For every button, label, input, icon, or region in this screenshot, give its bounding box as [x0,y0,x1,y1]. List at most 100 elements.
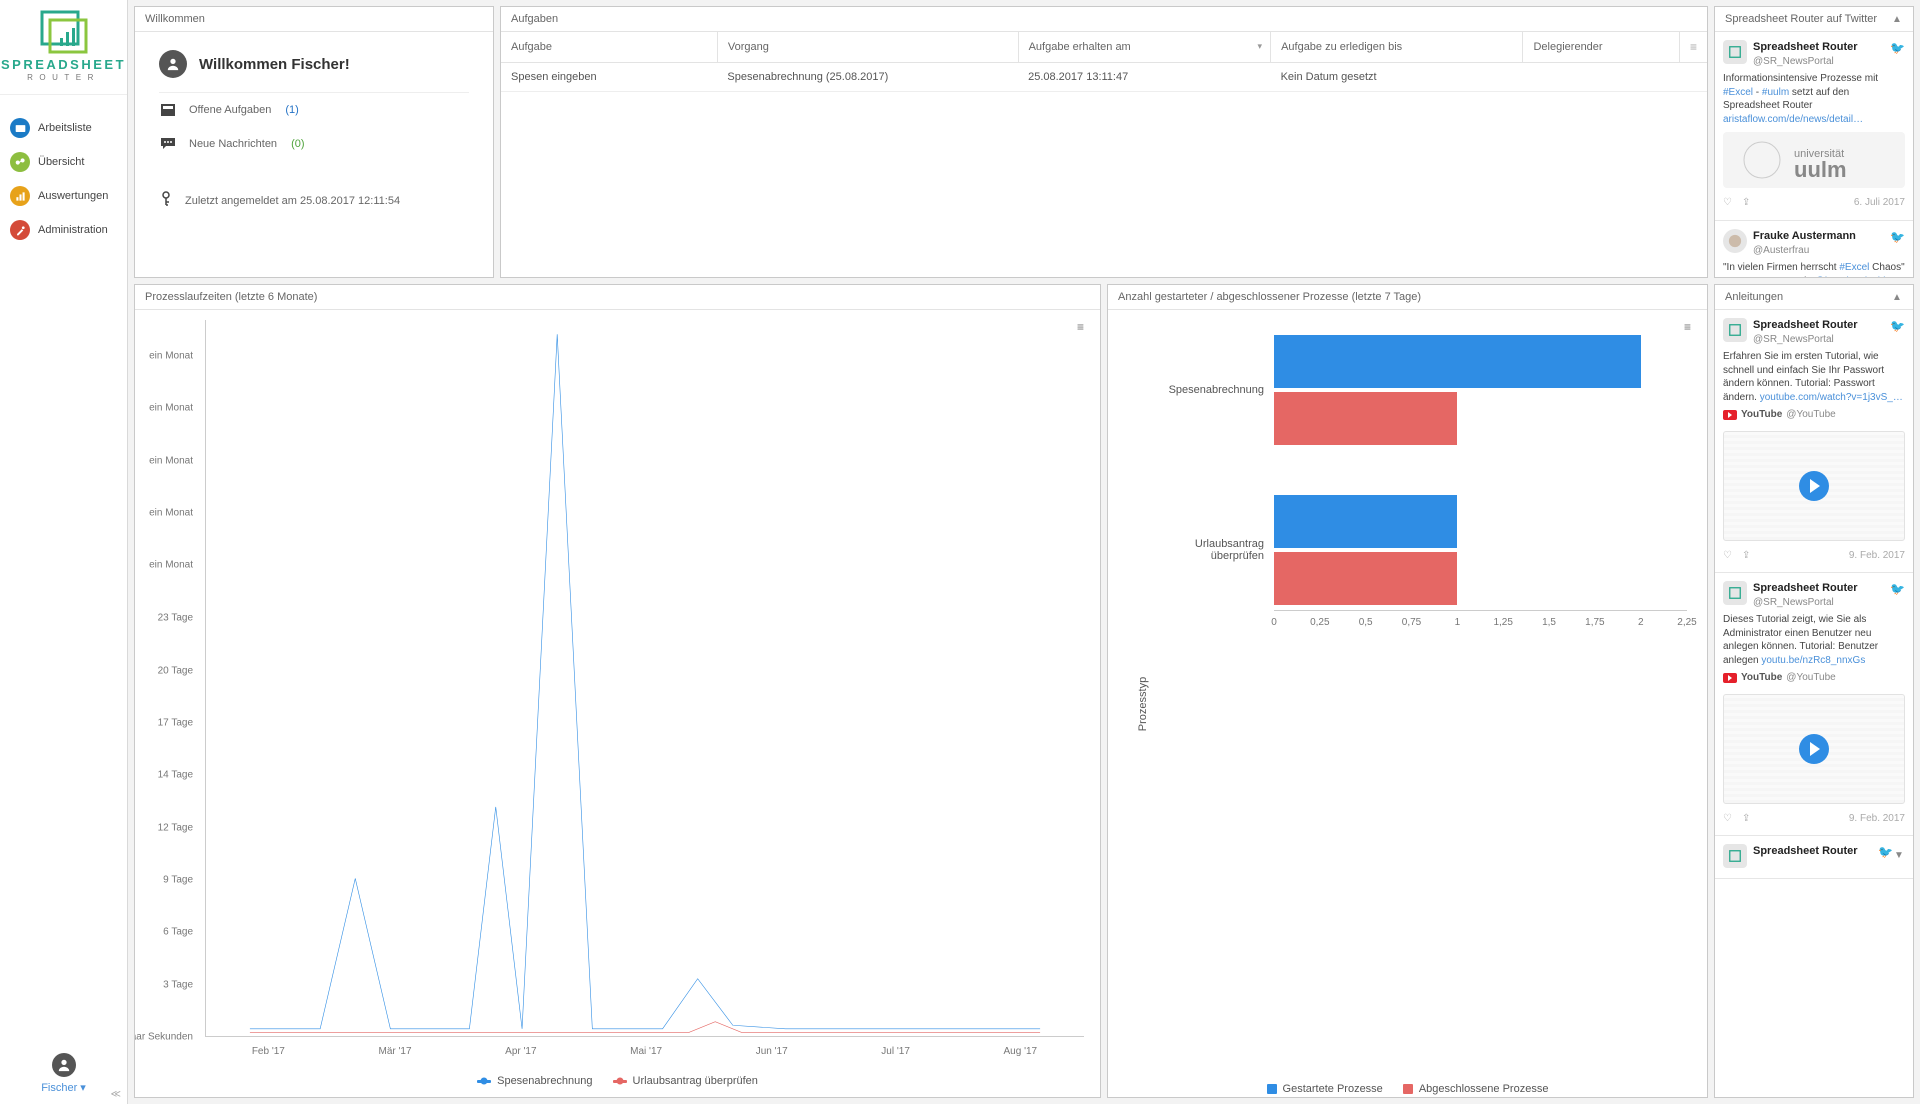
sidebar: SPREADSHEET ROUTER Arbeitsliste Übersich… [0,0,128,1104]
bar-started[interactable] [1274,335,1641,388]
tweet-author: Spreadsheet Router [1753,40,1884,55]
youtube-badge[interactable]: YouTube @YouTube [1723,408,1836,422]
bar-chart: ≡ Prozesstyp Spesenabrechnung Urlaubsant… [1108,310,1707,1097]
admin-icon [10,220,30,240]
bar-started[interactable] [1274,495,1457,548]
play-icon [1799,471,1829,501]
cell-erledigen: Kein Datum gesetzt [1271,63,1523,92]
tweet-avatar-icon [1723,581,1747,605]
legend-swatch-icon [613,1080,627,1083]
brand-subtitle: ROUTER [27,73,100,82]
tweet-handle: @SR_NewsPortal [1753,55,1884,69]
bar-category: Urlaubsantrag überprüfen [1158,538,1274,562]
welcome-heading: Willkommen Fischer! [199,56,350,73]
twitter-panel: Spreadsheet Router auf Twitter ▲ Spreads… [1714,6,1914,278]
logo[interactable]: SPREADSHEET ROUTER [0,10,127,95]
post-date: 9. Feb. 2017 [1849,549,1905,563]
cell-erhalten: 25.08.2017 13:11:47 [1018,63,1270,92]
tweet-link[interactable]: aristaflow.com/de/news/detail… [1723,114,1863,125]
youtube-icon [1723,410,1737,420]
chart-legend: Gestartete Prozesse Abgeschlossene Proze… [1108,1083,1707,1095]
cell-aufgabe: Spesen eingeben [501,63,717,92]
col-erledigen[interactable]: Aufgabe zu erledigen bis [1271,32,1523,63]
welcome-panel: Willkommen Willkommen Fischer! Offene Au… [134,6,494,278]
tutorials-panel: Anleitungen ▲ Spreadsheet Router @SR_New… [1714,284,1914,1098]
tutorial-post[interactable]: Spreadsheet Router @SR_NewsPortal 🐦 Dies… [1715,573,1913,836]
table-row[interactable]: Spesen eingeben Spesenabrechnung (25.08.… [501,63,1707,92]
panel-title: Spreadsheet Router auf Twitter [1725,13,1877,25]
new-messages-row[interactable]: Neue Nachrichten (0) [159,127,469,161]
brand-icon [36,10,92,54]
youtube-icon [1723,673,1737,683]
share-icon[interactable]: ⇪ [1742,549,1750,563]
scroll-up-button[interactable]: ▲ [1891,292,1903,303]
tweet[interactable]: Frauke Austermann @Austerfrau 🐦 "In viel… [1715,221,1913,277]
bar-completed[interactable] [1274,552,1457,605]
last-login-text: Zuletzt angemeldet am 25.08.2017 12:11:5… [185,195,400,207]
chart-legend: Spesenabrechnung Urlaubsantrag überprüfe… [135,1075,1100,1087]
process-runtime-panel: Prozesslaufzeiten (letzte 6 Monate) ≡ ei… [134,284,1101,1098]
nav-ubersicht[interactable]: Übersicht [0,145,127,179]
panel-title: Anleitungen [1725,291,1783,303]
collapse-sidebar-button[interactable]: ≪ [111,1089,121,1100]
nav-administration[interactable]: Administration [0,213,127,247]
col-erhalten[interactable]: Aufgabe erhalten am▾ [1018,32,1270,63]
nav-auswertungen[interactable]: Auswertungen [0,179,127,213]
share-icon[interactable]: ⇪ [1742,196,1750,210]
new-messages-count: (0) [291,138,304,150]
key-icon [159,191,173,210]
nav-label: Arbeitsliste [38,122,92,134]
post-author: Spreadsheet Router [1753,581,1884,596]
open-tasks-count: (1) [285,104,298,116]
play-icon [1799,734,1829,764]
youtube-badge[interactable]: YouTube @YouTube [1723,671,1836,685]
tweet-avatar-icon [1723,844,1747,868]
tutorial-post[interactable]: Spreadsheet Router @SR_NewsPortal 🐦 Erfa… [1715,310,1913,573]
user-avatar-icon [159,50,187,78]
legend-swatch-icon [1267,1084,1277,1094]
col-aufgabe[interactable]: Aufgabe [501,32,717,63]
tweet[interactable]: Spreadsheet Router @SR_NewsPortal 🐦 Info… [1715,32,1913,221]
scroll-down-button[interactable]: ▼ [1893,849,1905,863]
open-tasks-row[interactable]: Offene Aufgaben (1) [159,93,469,127]
twitter-icon: 🐦 [1890,318,1905,334]
video-thumbnail[interactable] [1723,431,1905,541]
main-content: Willkommen Willkommen Fischer! Offene Au… [128,0,1920,1104]
like-icon[interactable]: ♡ [1723,196,1732,210]
panel-title: Willkommen [145,13,205,25]
panel-title: Anzahl gestarteter / abgeschlossener Pro… [1118,291,1421,303]
bar-category: Spesenabrechnung [1158,384,1274,396]
nav-arbeitsliste[interactable]: Arbeitsliste [0,111,127,145]
post-text: Dieses Tutorial zeigt, wie Sie als Admin… [1723,613,1905,667]
tweet-text: "In vielen Firmen herrscht #Excel Chaos"… [1723,261,1905,277]
y-axis-title: Prozesstyp [1137,676,1149,730]
like-icon[interactable]: ♡ [1723,812,1732,826]
cell-delegierender [1523,63,1679,92]
brand-title: SPREADSHEET [1,58,126,71]
tweet-author: Frauke Austermann [1753,229,1884,244]
col-options[interactable]: ≡ [1679,32,1707,63]
user-block[interactable]: Fischer▾ [0,1053,127,1094]
col-delegierender[interactable]: Delegierender [1523,32,1679,63]
last-login-row: Zuletzt angemeldet am 25.08.2017 12:11:5… [159,161,469,220]
tutorial-post[interactable]: Spreadsheet Router 🐦 ▼ [1715,836,1913,879]
process-count-panel: Anzahl gestarteter / abgeschlossener Pro… [1107,284,1708,1098]
cell-vorgang: Spesenabrechnung (25.08.2017) [717,63,1018,92]
tweet-text: Informationsintensive Prozesse mit #Exce… [1723,72,1905,113]
scroll-up-button[interactable]: ▲ [1891,14,1903,25]
video-thumbnail[interactable] [1723,694,1905,804]
overview-icon [10,152,30,172]
legend-swatch-icon [1403,1084,1413,1094]
bar-completed[interactable] [1274,392,1457,445]
inbox-icon [159,103,177,117]
col-vorgang[interactable]: Vorgang [717,32,1018,63]
user-name[interactable]: Fischer▾ [41,1081,86,1094]
chevron-down-icon: ▾ [80,1081,86,1094]
like-icon[interactable]: ♡ [1723,549,1732,563]
post-author: Spreadsheet Router [1753,844,1872,859]
post-date: 9. Feb. 2017 [1849,812,1905,826]
share-icon[interactable]: ⇪ [1742,812,1750,826]
twitter-icon: 🐦 [1890,40,1905,56]
post-author: Spreadsheet Router [1753,318,1884,333]
tweet-avatar-icon [1723,229,1747,253]
